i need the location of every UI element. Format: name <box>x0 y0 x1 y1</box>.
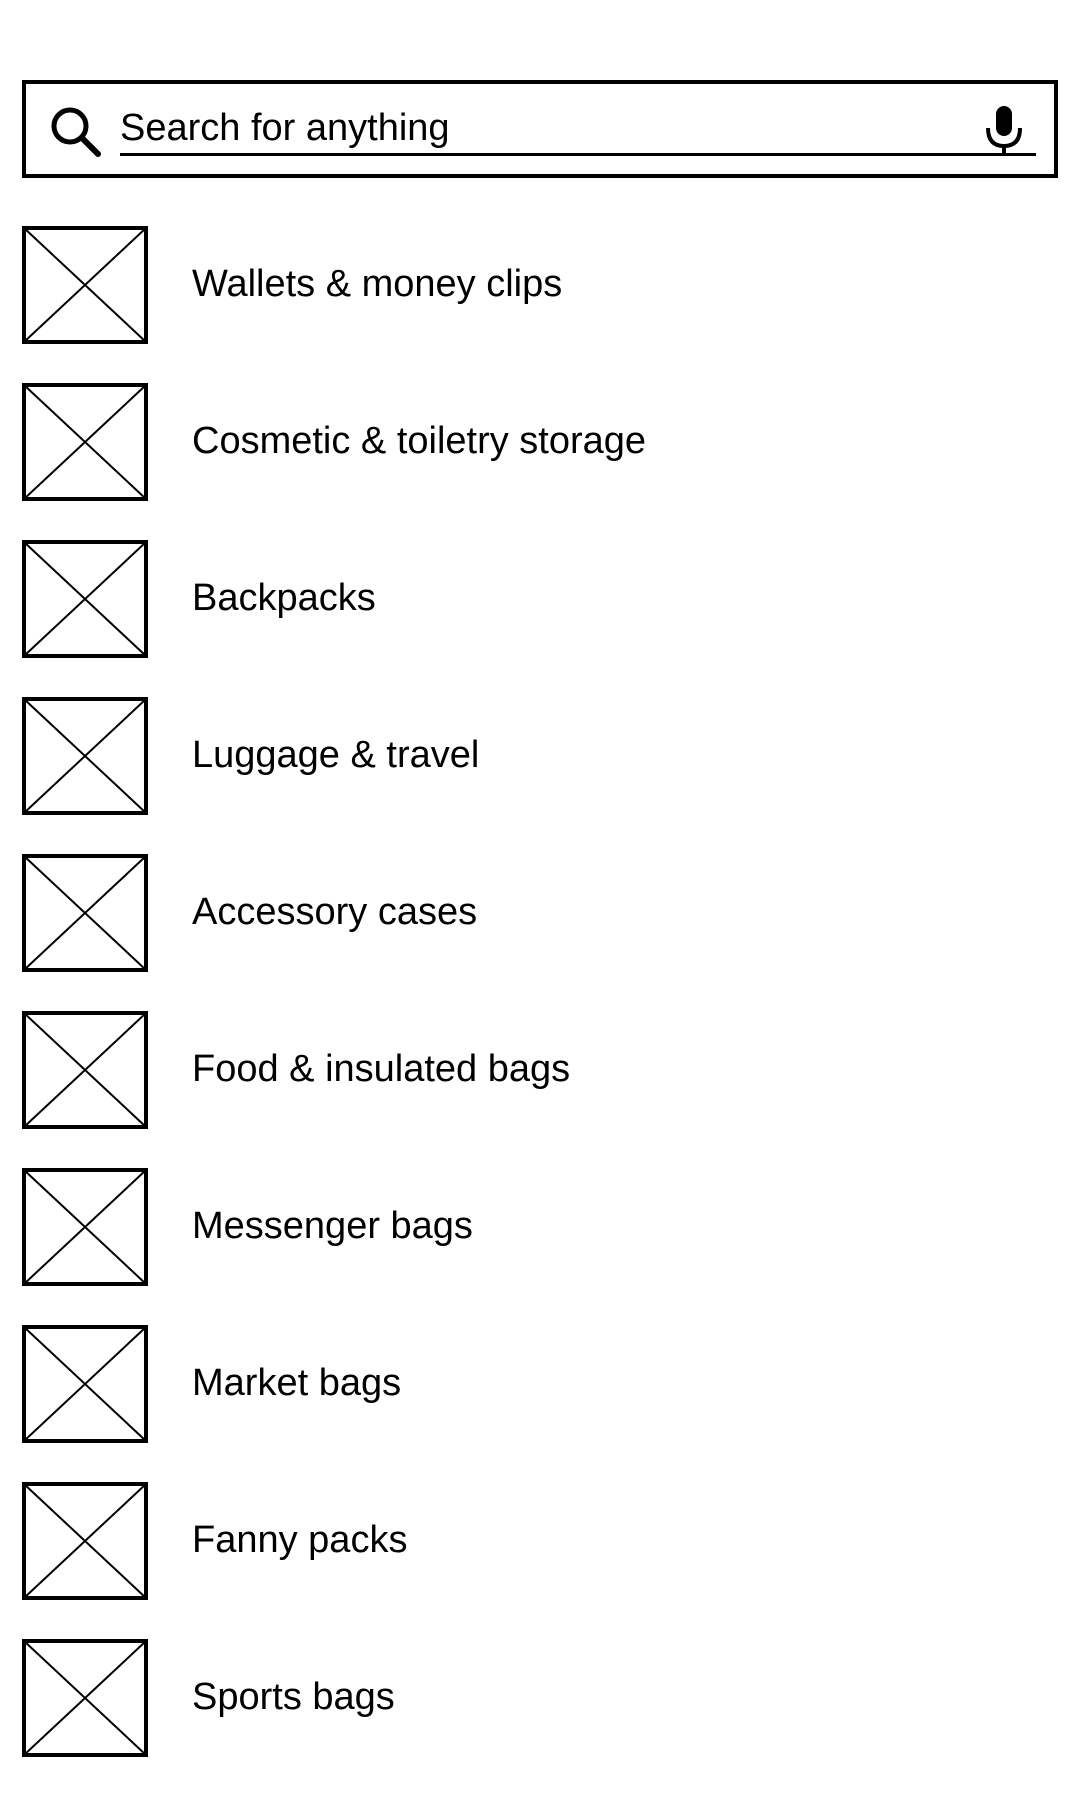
category-label: Luggage & travel <box>192 734 480 776</box>
category-label: Market bags <box>192 1362 402 1404</box>
search-bar[interactable] <box>22 80 1058 178</box>
list-item[interactable]: Wallets & money clips <box>0 222 1080 346</box>
list-item[interactable]: Messenger bags <box>0 1164 1080 1288</box>
category-label: Wallets & money clips <box>192 263 563 305</box>
microphone-icon[interactable] <box>984 104 1024 158</box>
search-input[interactable] <box>120 94 1036 156</box>
image-placeholder-icon <box>22 1482 148 1600</box>
image-placeholder-icon <box>22 1168 148 1286</box>
image-placeholder-icon <box>22 540 148 658</box>
list-item[interactable]: Backpacks <box>0 536 1080 660</box>
image-placeholder-icon <box>22 383 148 501</box>
image-placeholder-icon <box>22 1325 148 1443</box>
category-label: Messenger bags <box>192 1205 473 1247</box>
list-item[interactable]: Luggage & travel <box>0 693 1080 817</box>
image-placeholder-icon <box>22 226 148 344</box>
category-label: Cosmetic & toiletry storage <box>192 420 647 462</box>
image-placeholder-icon <box>22 1639 148 1757</box>
category-label: Sports bags <box>192 1676 395 1718</box>
image-placeholder-icon <box>22 854 148 972</box>
list-item[interactable]: Accessory cases <box>0 850 1080 974</box>
list-item[interactable]: Fanny packs <box>0 1478 1080 1602</box>
category-label: Food & insulated bags <box>192 1048 571 1090</box>
list-item[interactable]: Cosmetic & toiletry storage <box>0 379 1080 503</box>
image-placeholder-icon <box>22 1011 148 1129</box>
image-placeholder-icon <box>22 697 148 815</box>
list-item[interactable]: Sports bags <box>0 1635 1080 1759</box>
category-label: Fanny packs <box>192 1519 408 1561</box>
category-label: Backpacks <box>192 577 376 619</box>
category-label: Accessory cases <box>192 891 478 933</box>
list-item[interactable]: Market bags <box>0 1321 1080 1445</box>
list-item[interactable]: Food & insulated bags <box>0 1007 1080 1131</box>
search-icon[interactable] <box>48 104 104 160</box>
